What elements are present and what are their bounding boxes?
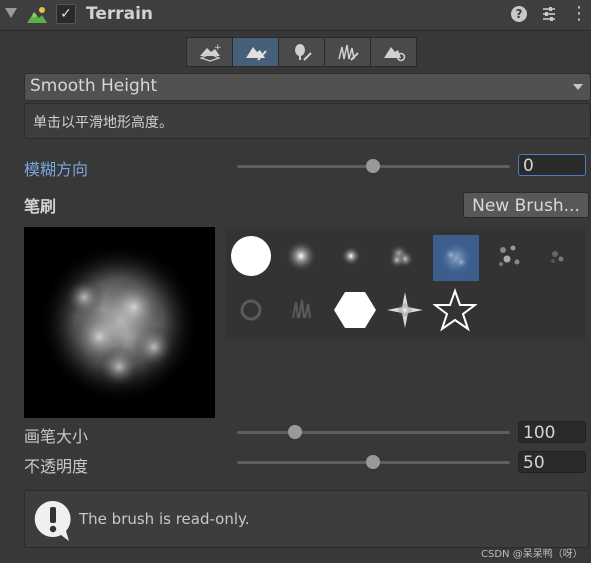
brush-size-slider-track[interactable] (237, 431, 510, 434)
paint-tool-selected-value: Smooth Height (30, 76, 158, 96)
star-outline-brush-icon (433, 288, 477, 332)
ring-brush-icon (240, 299, 262, 321)
inspector-header: ✓ Terrain ? ⋮ (0, 0, 591, 31)
hard-round-brush-icon (231, 236, 271, 276)
create-neighbor-terrains-button[interactable]: + (186, 37, 233, 67)
terrain-component-icon (27, 7, 47, 23)
dropdown-arrow-icon (573, 84, 583, 90)
brushes-section-label: 笔刷 (24, 197, 57, 216)
opacity-label: 不透明度 (24, 457, 89, 476)
terrain-settings-icon (383, 47, 405, 62)
brush-grid (226, 229, 586, 339)
brush-size-label: 画笔大小 (24, 427, 89, 446)
brush-star[interactable] (432, 287, 478, 333)
brush-size-field[interactable]: 100 (518, 421, 586, 443)
scatter-brush-icon (499, 245, 520, 266)
noise-brush-icon (439, 241, 473, 275)
svg-text:+: + (214, 43, 222, 53)
soft-round-brush-icon (285, 240, 317, 272)
brush-soft-round[interactable] (278, 233, 324, 279)
paint-trees-button[interactable] (278, 37, 325, 67)
brush-ring[interactable] (228, 287, 274, 333)
brush-cloud[interactable] (378, 233, 424, 279)
blur-direction-slider-thumb[interactable] (366, 159, 380, 173)
opacity-slider-thumb[interactable] (366, 455, 380, 469)
brush-noise-selected[interactable] (433, 235, 479, 281)
brush-scatter[interactable] (486, 233, 532, 279)
brush-size-slider-thumb[interactable] (288, 425, 302, 439)
read-only-warning-box: The brush is read-only. (24, 490, 589, 548)
tool-description-box: 单击以平滑地形高度。 (24, 103, 591, 139)
brush-hard-round[interactable] (228, 233, 274, 279)
paint-details-button[interactable] (324, 37, 371, 67)
brush-sparkle[interactable] (382, 287, 428, 333)
read-only-warning-text: The brush is read-only. (79, 510, 250, 528)
paint-terrain-button[interactable] (232, 37, 279, 67)
brush-sparse-scatter[interactable] (534, 233, 580, 279)
sparse-scatter-brush-icon (551, 251, 564, 263)
context-menu-icon[interactable]: ⋮ (570, 3, 588, 25)
brush-soft-small[interactable] (328, 233, 374, 279)
paint-details-icon (337, 44, 359, 61)
watermark-text: CSDN @呆呆鸭（呀） (481, 549, 583, 560)
foldout-arrow-icon[interactable] (5, 8, 17, 18)
hexagon-brush-icon (334, 292, 376, 328)
sparkle-brush-icon (387, 292, 423, 328)
paint-terrain-icon (245, 47, 267, 61)
terrain-settings-button[interactable] (370, 37, 417, 67)
tool-description-text: 单击以平滑地形高度。 (33, 115, 173, 131)
help-icon[interactable]: ? (511, 6, 527, 22)
blur-direction-field[interactable]: 0 (518, 154, 586, 176)
paint-tool-dropdown[interactable]: Smooth Height (24, 73, 591, 101)
terrain-toolbar: + (186, 37, 417, 67)
create-neighbor-terrains-icon: + (198, 43, 222, 62)
strokes-brush-icon (292, 299, 311, 319)
blur-direction-label: 模糊方向 (24, 160, 89, 179)
new-brush-button[interactable]: New Brush... (463, 192, 589, 218)
exclamation-bubble-icon (34, 500, 71, 541)
component-title: Terrain (86, 4, 154, 24)
preset-sliders-icon[interactable] (540, 5, 558, 23)
brush-preview-image (24, 227, 215, 418)
brush-hexagon[interactable] (332, 287, 378, 333)
soft-small-brush-icon (341, 246, 361, 266)
opacity-field[interactable]: 50 (518, 451, 586, 473)
paint-trees-icon (294, 44, 312, 61)
enable-checkbox[interactable]: ✓ (56, 4, 76, 24)
brush-strokes[interactable] (278, 287, 324, 333)
cloud-brush-icon (389, 244, 414, 268)
